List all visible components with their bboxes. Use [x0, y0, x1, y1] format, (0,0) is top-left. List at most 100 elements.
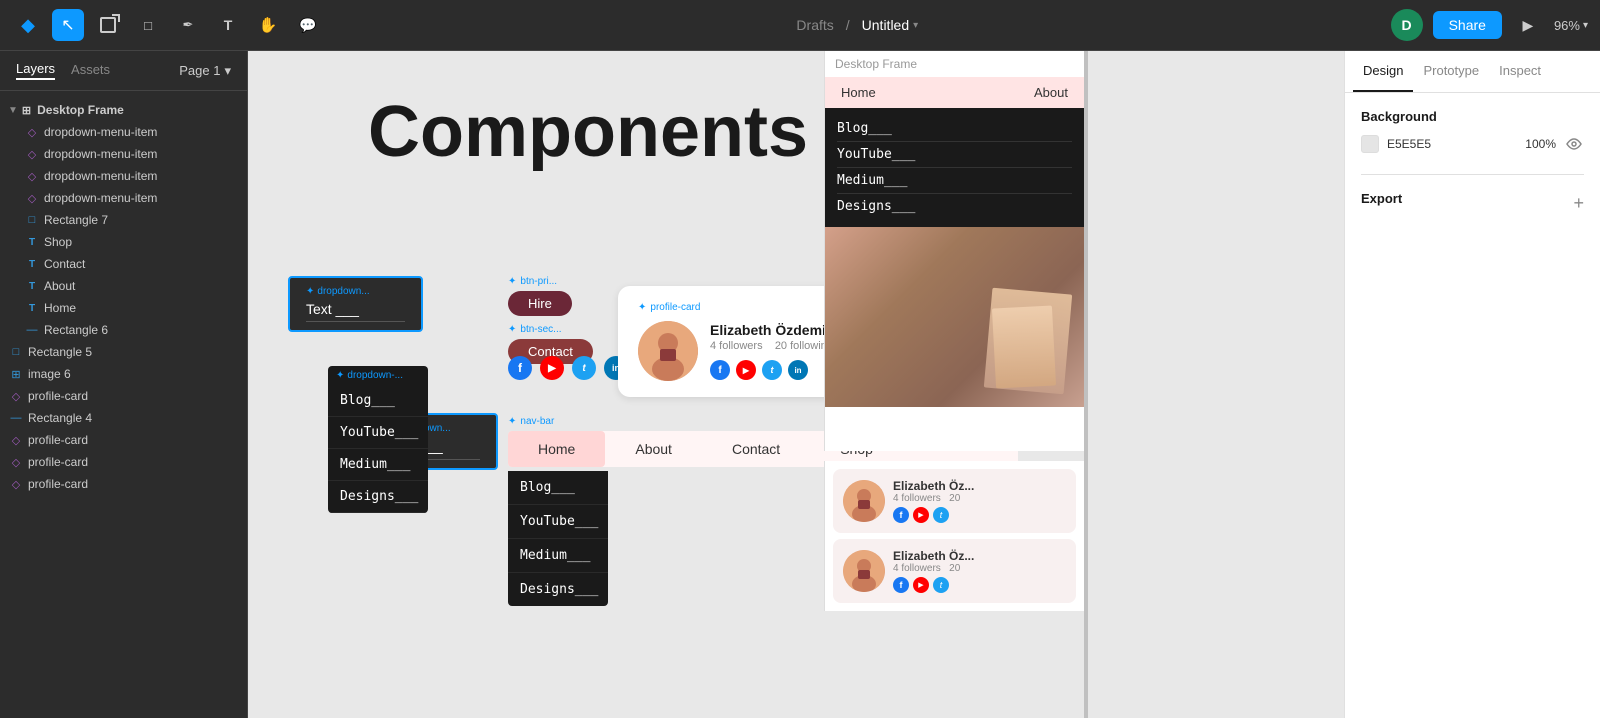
nav-dd-designs: Designs___	[508, 573, 608, 606]
ddm-item-youtube: YouTube___	[328, 417, 428, 449]
comment-tool[interactable]: 💬	[292, 9, 324, 41]
layer-component-icon: ◇	[24, 190, 40, 206]
profile-tw-icon[interactable]: t	[762, 360, 782, 380]
profile-li-icon[interactable]: in	[788, 360, 808, 380]
youtube-icon[interactable]: ▶	[540, 356, 564, 380]
twitter-icon[interactable]: t	[572, 356, 596, 380]
toolbar-left: ◆ ↖ □ ✒ T ✋ 💬	[12, 9, 324, 41]
df-menu-medium: Medium___	[837, 168, 1072, 194]
color-swatch[interactable]	[1361, 135, 1379, 153]
visibility-toggle-icon[interactable]	[1564, 134, 1584, 154]
social-icons-row: f ▶ t in	[508, 356, 628, 380]
layer-item[interactable]: ◇ dropdown-menu-item	[0, 121, 247, 143]
layers-panel: ▼ ⊞ Desktop Frame ◇ dropdown-menu-item ◇…	[0, 91, 247, 718]
preview-profile-card-2: Elizabeth Öz... 4 followers 20 f ▶ t	[833, 539, 1076, 603]
text-tool[interactable]: T	[212, 9, 244, 41]
tab-inspect[interactable]: Inspect	[1489, 51, 1551, 92]
layer-item-contact[interactable]: T Contact	[0, 253, 247, 275]
layer-item[interactable]: ◇ profile-card	[0, 429, 247, 451]
layer-item[interactable]: ◇ dropdown-menu-item	[0, 143, 247, 165]
background-color-row: E5E5E5 100%	[1361, 134, 1584, 154]
tab-design[interactable]: Design	[1353, 51, 1413, 92]
pc-yt-icon-2[interactable]: ▶	[913, 577, 929, 593]
layer-item[interactable]: ◇ profile-card	[0, 451, 247, 473]
component-star-icon: ✦	[508, 324, 516, 335]
layer-item[interactable]: □ Rectangle 7	[0, 209, 247, 231]
df-book-2	[992, 305, 1056, 388]
df-dark-menu: Blog___ YouTube___ Medium___ Designs___	[825, 108, 1084, 227]
pen-tool[interactable]: ✒	[172, 9, 204, 41]
layer-group-desktop-frame[interactable]: ▼ ⊞ Desktop Frame	[0, 99, 247, 121]
layer-text-icon: T	[24, 256, 40, 272]
canvas-area[interactable]: Components ✦ dropdown... Text ___	[248, 51, 1344, 718]
pc-fb-icon-2[interactable]: f	[893, 577, 909, 593]
export-label: Export	[1361, 191, 1402, 206]
share-button[interactable]: Share	[1433, 11, 1502, 39]
pc-social-1: f ▶ t	[893, 507, 1066, 523]
dropdown-dark-menu: ✦ dropdown-... Blog___ YouTube___ Medium…	[328, 366, 428, 513]
nav-item-contact[interactable]: Contact	[702, 431, 810, 467]
pc-fb-icon[interactable]: f	[893, 507, 909, 523]
hand-tool[interactable]: ✋	[252, 9, 284, 41]
profile-avatar	[638, 321, 698, 381]
document-title[interactable]: Untitled ▾	[862, 17, 919, 33]
breadcrumb-separator: /	[846, 17, 850, 33]
tab-prototype[interactable]: Prototype	[1413, 51, 1489, 92]
page-selector[interactable]: Page 1 ▾	[179, 63, 231, 79]
frame-tool[interactable]	[92, 9, 124, 41]
tab-layers[interactable]: Layers	[16, 61, 55, 80]
layer-item-about[interactable]: T About	[0, 275, 247, 297]
df-menu-blog: Blog___	[837, 116, 1072, 142]
pc-stats-2: 4 followers 20	[893, 563, 1066, 574]
profile-yt-icon[interactable]: ▶	[736, 360, 756, 380]
toolbar: ◆ ↖ □ ✒ T ✋ 💬 Drafts / Untitled ▾ D Shar…	[0, 0, 1600, 51]
layer-rect-icon: □	[8, 344, 24, 360]
layer-item[interactable]: ⊞ image 6	[0, 363, 247, 385]
layer-item[interactable]: ◇ dropdown-menu-item	[0, 165, 247, 187]
buttons-section: ✦ btn-pri... Hire ✦ btn-sec... Contact	[508, 276, 593, 364]
nav-item-home[interactable]: Home	[508, 431, 605, 467]
pc-tw-icon[interactable]: t	[933, 507, 949, 523]
tab-assets[interactable]: Assets	[71, 62, 110, 79]
app-menu-icon[interactable]: ◆	[12, 9, 44, 41]
play-button[interactable]: ▶	[1512, 9, 1544, 41]
zoom-control[interactable]: 96% ▾	[1554, 18, 1588, 33]
pc-tw-icon-2[interactable]: t	[933, 577, 949, 593]
layer-text-icon: T	[24, 300, 40, 316]
layer-item[interactable]: — Rectangle 4	[0, 407, 247, 429]
pc-name-2: Elizabeth Öz...	[893, 549, 1066, 563]
export-header: Export +	[1361, 191, 1584, 216]
layer-item[interactable]: ◇ profile-card	[0, 385, 247, 407]
color-value[interactable]: E5E5E5	[1387, 137, 1517, 151]
right-panel-tabs: Design Prototype Inspect	[1345, 51, 1600, 93]
layer-component-icon: ◇	[24, 168, 40, 184]
pc-name-1: Elizabeth Öz...	[893, 479, 1066, 493]
nav-dd-medium: Medium___	[508, 539, 608, 573]
export-section: Export +	[1361, 174, 1584, 216]
layer-item[interactable]: □ Rectangle 5	[0, 341, 247, 363]
ddm-item-medium: Medium___	[328, 449, 428, 481]
layer-component-icon: ◇	[24, 124, 40, 140]
layer-minus-icon: —	[24, 322, 40, 338]
layer-item-home[interactable]: T Home	[0, 297, 247, 319]
hire-button[interactable]: Hire	[508, 291, 572, 316]
pc-yt-icon[interactable]: ▶	[913, 507, 929, 523]
export-add-button[interactable]: +	[1573, 193, 1584, 214]
shape-tool[interactable]: □	[132, 9, 164, 41]
df-nav-home: Home	[841, 85, 876, 100]
nav-item-about[interactable]: About	[605, 431, 702, 467]
user-avatar[interactable]: D	[1391, 9, 1423, 41]
layer-item-shop[interactable]: T Shop	[0, 231, 247, 253]
ddm-item-blog: Blog___	[328, 385, 428, 417]
canvas-divider[interactable]	[1084, 51, 1088, 718]
frame-icon: ⊞	[22, 104, 31, 117]
canvas-scroll[interactable]: Components ✦ dropdown... Text ___	[248, 51, 1344, 718]
facebook-icon[interactable]: f	[508, 356, 532, 380]
select-tool[interactable]: ↖	[52, 9, 84, 41]
profile-fb-icon[interactable]: f	[710, 360, 730, 380]
layer-item[interactable]: ◇ dropdown-menu-item	[0, 187, 247, 209]
df-menu-youtube: YouTube___	[837, 142, 1072, 168]
canvas-elements: ✦ dropdown... Text ___ ✦ dropdown-... Bl…	[288, 276, 1308, 718]
layer-item[interactable]: — Rectangle 6	[0, 319, 247, 341]
layer-item[interactable]: ◇ profile-card	[0, 473, 247, 495]
